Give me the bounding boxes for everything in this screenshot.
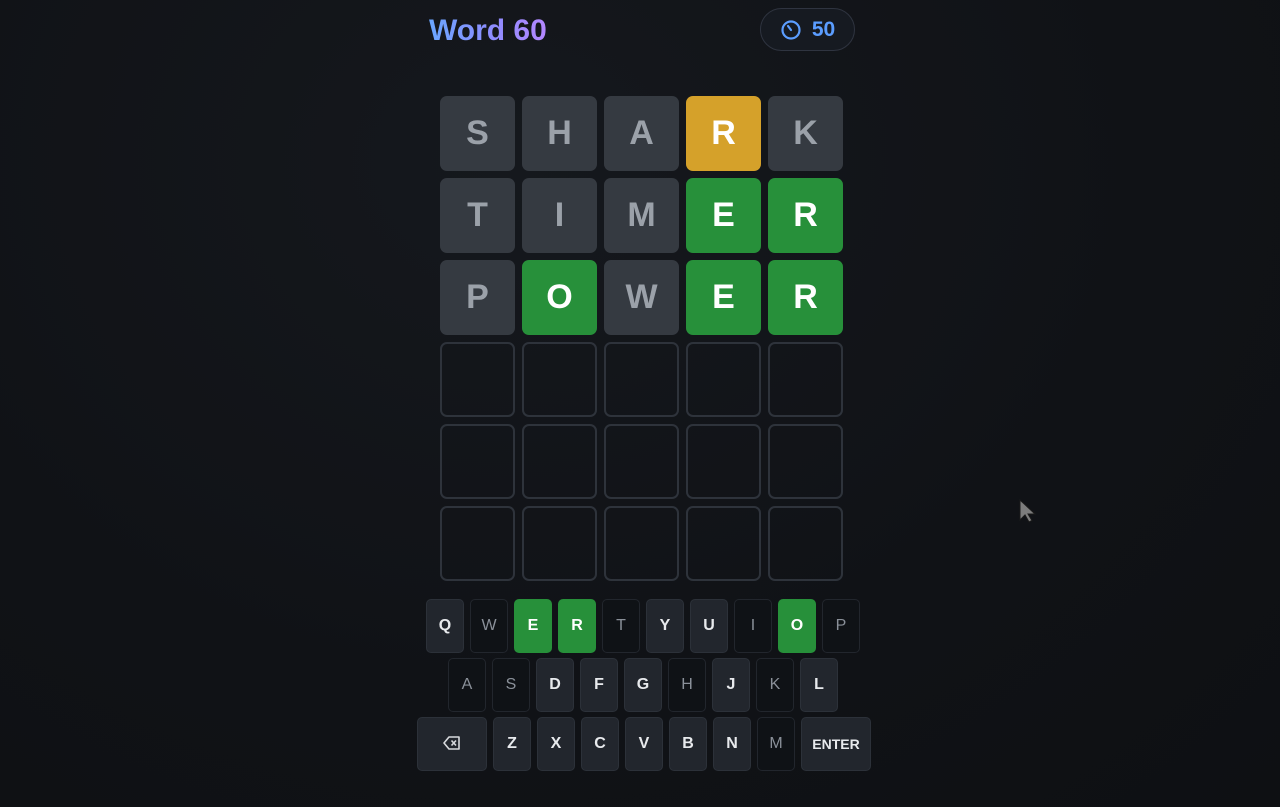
key-o[interactable]: O [778,599,816,653]
board-tile: E [686,260,761,335]
key-v[interactable]: V [625,717,663,771]
key-k[interactable]: K [756,658,794,712]
key-j[interactable]: J [712,658,750,712]
board-tile: R [686,96,761,171]
game-board: SHARKTIMERPOWER [440,96,843,581]
key-n[interactable]: N [713,717,751,771]
board-tile [522,424,597,499]
key-t[interactable]: T [602,599,640,653]
board-tile: H [522,96,597,171]
board-tile [522,342,597,417]
board-tile: R [768,260,843,335]
key-u[interactable]: U [690,599,728,653]
key-s[interactable]: S [492,658,530,712]
timer-icon [780,19,802,41]
board-tile [768,506,843,581]
word-game-app: Word 60 50 SHARKTIMERPOWER QWERTYUIOP AS… [0,0,1280,807]
board-tile [768,424,843,499]
board-tile: T [440,178,515,253]
timer-badge: 50 [760,8,855,51]
key-z[interactable]: Z [493,717,531,771]
board-tile: M [604,178,679,253]
board-tile: A [604,96,679,171]
key-i[interactable]: I [734,599,772,653]
key-g[interactable]: G [624,658,662,712]
board-tile [440,424,515,499]
key-y[interactable]: Y [646,599,684,653]
board-tile: W [604,260,679,335]
board-tile: O [522,260,597,335]
board-tile [768,342,843,417]
backspace-key[interactable] [417,717,487,771]
key-p[interactable]: P [822,599,860,653]
board-tile: I [522,178,597,253]
board-tile [604,506,679,581]
key-l[interactable]: L [800,658,838,712]
board-tile [440,342,515,417]
enter-key[interactable]: ENTER [801,717,871,771]
key-m[interactable]: M [757,717,795,771]
backspace-icon [443,735,461,753]
board-tile [604,342,679,417]
board-tile [686,424,761,499]
key-h[interactable]: H [668,658,706,712]
mouse-cursor-icon [1018,498,1040,529]
board-tile: E [686,178,761,253]
key-d[interactable]: D [536,658,574,712]
keyboard-row-3: Z X C V B N M ENTER [417,717,871,771]
board-tile [686,342,761,417]
board-tile [604,424,679,499]
keyboard-row-2: ASDFGHJKL [448,658,838,712]
board-tile [686,506,761,581]
board-tile [440,506,515,581]
key-b[interactable]: B [669,717,707,771]
board-tile: K [768,96,843,171]
key-c[interactable]: C [581,717,619,771]
key-x[interactable]: X [537,717,575,771]
keyboard-row-1: QWERTYUIOP [426,599,860,653]
board-tile [522,506,597,581]
board-tile: R [768,178,843,253]
key-q[interactable]: Q [426,599,464,653]
key-r[interactable]: R [558,599,596,653]
key-f[interactable]: F [580,658,618,712]
key-a[interactable]: A [448,658,486,712]
key-e[interactable]: E [514,599,552,653]
board-tile: P [440,260,515,335]
board-tile: S [440,96,515,171]
game-title: Word 60 [429,10,547,52]
timer-value: 50 [811,17,836,41]
key-w[interactable]: W [470,599,508,653]
